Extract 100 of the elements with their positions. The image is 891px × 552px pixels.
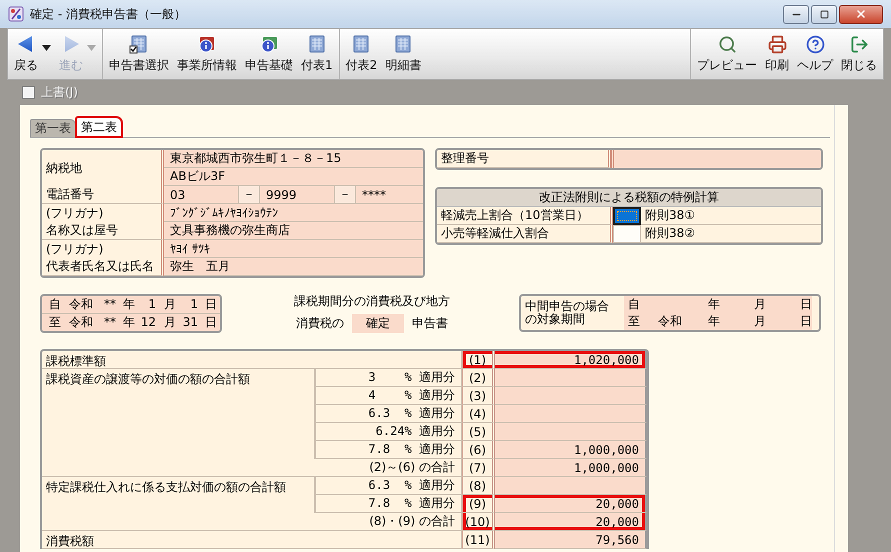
period-text: 至 bbox=[48, 314, 62, 330]
option-cell[interactable] bbox=[613, 207, 641, 225]
period-text: 令和 bbox=[658, 313, 683, 330]
window-title: 確定 - 消費税申告書（一般） bbox=[30, 6, 186, 22]
field-label: 代表者氏名又は氏名 bbox=[42, 258, 164, 276]
rate-label: 7.8 % 適用分 bbox=[315, 441, 462, 459]
dash-text: － bbox=[334, 186, 356, 203]
period-text: 自 bbox=[628, 296, 641, 313]
row-label: 消費税額 bbox=[42, 531, 462, 549]
minimize-button[interactable] bbox=[783, 4, 809, 24]
amount-field[interactable]: 1,020,000 bbox=[495, 351, 647, 369]
toolbar-button[interactable]: 明細書 bbox=[381, 29, 426, 79]
amount-field[interactable] bbox=[495, 477, 647, 495]
amount-field[interactable]: 20,000 bbox=[495, 513, 647, 531]
maximize-icon bbox=[820, 10, 828, 18]
amount-field[interactable]: 1,000,000 bbox=[495, 459, 647, 477]
sheet-check-icon bbox=[129, 34, 149, 54]
toolbar-button[interactable]: 申告書選択 bbox=[105, 29, 173, 79]
close-button[interactable] bbox=[839, 4, 883, 24]
panel-title: 改正法附則による税額の特例計算 bbox=[437, 189, 821, 207]
name-field[interactable]: 弥生 五月 bbox=[164, 258, 423, 276]
period-text: 1 bbox=[189, 297, 199, 311]
amount-field[interactable]: 20,000 bbox=[495, 495, 647, 513]
heading-text: 申告書 bbox=[412, 315, 448, 332]
search-icon bbox=[718, 34, 736, 54]
tab[interactable]: 第二表 bbox=[76, 117, 122, 137]
amount-field[interactable] bbox=[495, 387, 647, 405]
field-label: 小売等軽減仕入割合 bbox=[437, 225, 613, 243]
rate-label: 7.8 % 適用分 bbox=[315, 495, 462, 513]
toolbar-button[interactable]: 申告基礎 bbox=[241, 29, 297, 79]
rate-label: 3 % 適用分 bbox=[315, 369, 462, 387]
field-label: 軽減売上割合（10営業日） bbox=[437, 207, 613, 225]
rate-label: 6.24% 適用分 bbox=[315, 423, 462, 441]
toolbar-button[interactable]: ヘルプ bbox=[793, 29, 837, 79]
amount-field[interactable]: 79,560 bbox=[495, 531, 647, 549]
period-text: 12 bbox=[140, 315, 157, 329]
caret-icon[interactable] bbox=[42, 45, 51, 51]
toolbar-button[interactable]: 付表1 bbox=[297, 29, 337, 79]
tab[interactable]: 第一表 bbox=[30, 119, 76, 137]
amount-field[interactable]: 1,000,000 bbox=[495, 441, 647, 459]
note-text: 附則38① bbox=[641, 207, 821, 225]
period-text: ** bbox=[103, 315, 117, 329]
period-text: 至 bbox=[628, 313, 641, 330]
help-icon bbox=[806, 34, 824, 54]
period-text: 自 bbox=[48, 296, 62, 312]
sheet-icon bbox=[351, 34, 372, 54]
rate-label: 6.3 % 適用分 bbox=[315, 405, 462, 423]
toolbar-button[interactable]: 事業所情報 bbox=[173, 29, 241, 79]
exit-icon bbox=[850, 34, 868, 54]
field-label: 電話番号 bbox=[42, 186, 164, 204]
rate-label: 4 % 適用分 bbox=[315, 387, 462, 405]
total-label: (2)～(6) の合計 bbox=[314, 459, 462, 477]
address-field[interactable]: 東京都城西市弥生町１－８－15 bbox=[164, 150, 423, 168]
name-field[interactable]: 文具事務機の弥生商店 bbox=[164, 222, 423, 240]
period-text: 年 bbox=[122, 314, 136, 330]
period-text: 月 bbox=[163, 314, 177, 330]
maximize-button[interactable] bbox=[811, 4, 837, 24]
furigana-field[interactable]: ﾔﾖｲ ｻﾂｷ bbox=[164, 240, 423, 258]
period-text: 日 bbox=[800, 313, 812, 330]
field-label: 名称又は屋号 bbox=[42, 222, 164, 240]
period-text: 日 bbox=[800, 296, 812, 313]
period-text: 月 bbox=[754, 313, 767, 330]
period-text: 日 bbox=[204, 296, 218, 312]
period-text: 年 bbox=[708, 296, 721, 313]
period-text: 令和 bbox=[68, 314, 94, 330]
note-text: 附則38② bbox=[641, 225, 821, 243]
line-number: (1) bbox=[462, 351, 495, 369]
field-label: 整理番号 bbox=[437, 150, 611, 168]
declaration-type-field[interactable]: 確定 bbox=[352, 314, 404, 333]
address-field[interactable]: ABビル3F bbox=[164, 168, 423, 186]
toolbar-button[interactable]: 閉じる bbox=[837, 29, 881, 79]
phone-field[interactable]: **** bbox=[356, 186, 423, 203]
period-text: 31 bbox=[182, 315, 199, 329]
phone-field[interactable]: 03 bbox=[164, 186, 238, 203]
furigana-field[interactable]: ﾌﾞﾝｸﾞｼﾞﾑｷﾉﾔﾖｲｼｮｳﾃﾝ bbox=[164, 204, 423, 222]
rate-label: 6.3 % 適用分 bbox=[315, 477, 462, 495]
field-label: の対象期間 bbox=[525, 313, 586, 326]
close-icon bbox=[855, 8, 867, 20]
amount-field[interactable] bbox=[495, 423, 647, 441]
toolbar-button[interactable]: 印刷 bbox=[761, 29, 793, 79]
amount-field[interactable] bbox=[495, 369, 647, 387]
printer-icon bbox=[768, 34, 786, 54]
heading-text: 消費税の bbox=[296, 315, 344, 332]
back-button[interactable]: 戻る bbox=[10, 34, 42, 74]
period-text: 1 bbox=[147, 297, 157, 311]
sheet-icon bbox=[393, 34, 414, 54]
period-text: ** bbox=[103, 297, 117, 311]
dash-text: － bbox=[238, 186, 260, 203]
period-text: 令和 bbox=[68, 296, 94, 312]
period-text: 日 bbox=[204, 314, 218, 330]
toolbar-button[interactable]: 付表2 bbox=[342, 29, 382, 79]
info-icon bbox=[197, 34, 217, 54]
period-text: 月 bbox=[754, 296, 767, 313]
phone-field[interactable]: 9999 bbox=[260, 186, 334, 203]
app-icon bbox=[8, 6, 24, 22]
heading-text: 課税期間分の消費税及び地方 bbox=[294, 293, 450, 310]
toolbar-button[interactable]: プレビュー bbox=[693, 29, 761, 79]
amount-field[interactable] bbox=[495, 405, 647, 423]
reference-field[interactable] bbox=[611, 150, 821, 168]
checkbox-label: 上書(J) bbox=[41, 84, 78, 101]
